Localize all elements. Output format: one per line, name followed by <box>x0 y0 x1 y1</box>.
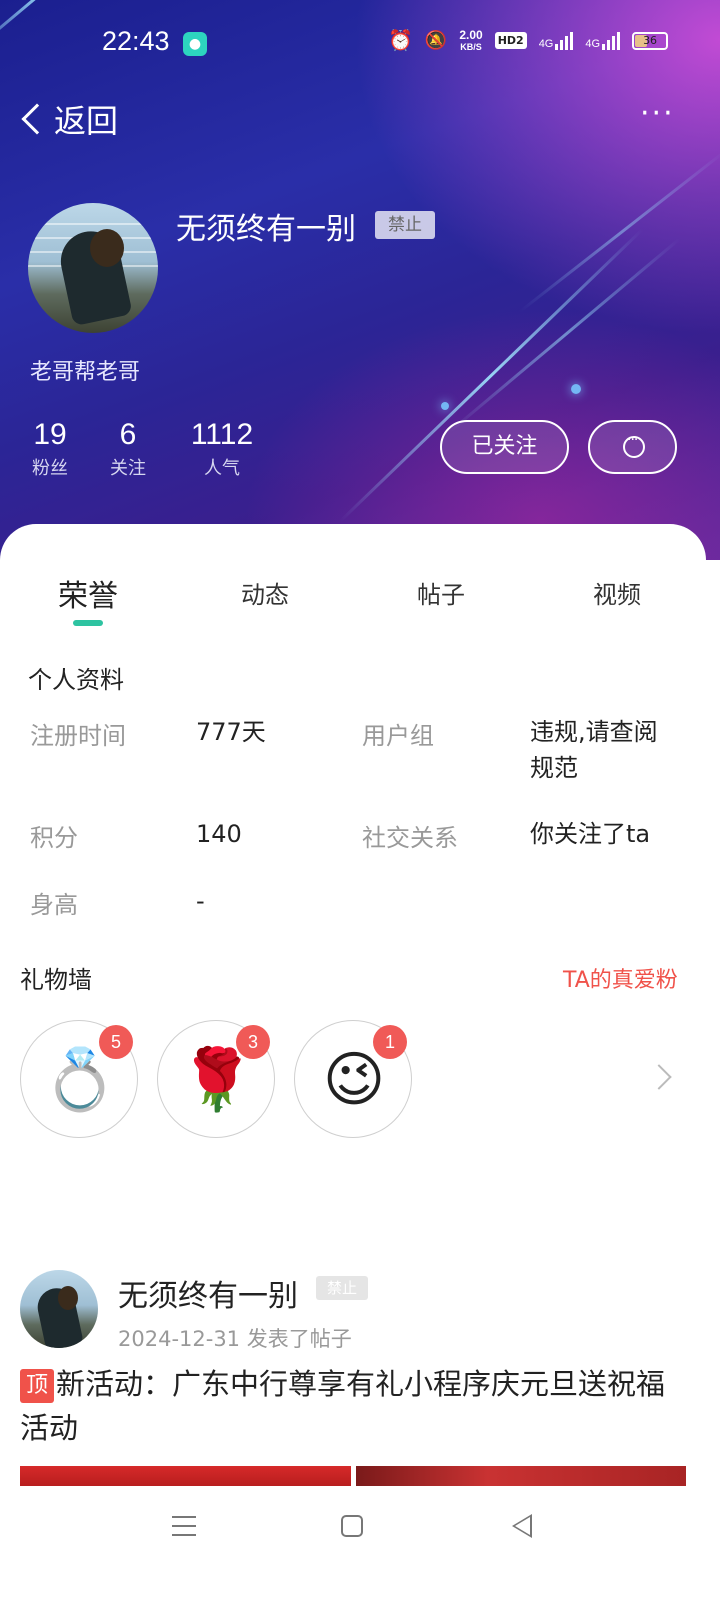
post-title-text: 新活动：广东中行尊享有礼小程序庆元旦送祝福活动 <box>20 1367 666 1445</box>
home-square-icon[interactable] <box>341 1515 363 1537</box>
chevron-left-icon <box>21 103 53 135</box>
stat-label: 粉丝 <box>32 458 68 479</box>
chat-app-icon: ● <box>183 32 207 56</box>
back-button[interactable]: 返回 <box>18 96 118 142</box>
profile-info-title: 个人资料 <box>28 666 124 694</box>
signal-label: 4G <box>585 37 601 50</box>
net-speed: 2.00 KB/S <box>459 29 482 53</box>
social-value: 你关注了ta <box>530 820 651 848</box>
back-label: 返回 <box>54 102 119 140</box>
stat-value: 19 <box>33 418 67 451</box>
post-title[interactable]: 顶新活动：广东中行尊享有礼小程序庆元旦送祝福活动 <box>20 1362 692 1450</box>
decorative-dot <box>571 384 581 394</box>
pinned-tag: 顶 <box>20 1369 54 1403</box>
stat-fans[interactable]: 19 粉丝 <box>22 418 78 480</box>
signal-4g-icon: 4G <box>585 31 621 50</box>
battery-icon: 36 <box>632 31 669 50</box>
post-ban-badge: 禁止 <box>316 1276 368 1300</box>
points-label: 积分 <box>30 824 78 852</box>
post-meta: 2024-12-31 发表了帖子 <box>118 1327 352 1351</box>
profile-motto: 老哥帮老哥 <box>30 360 141 385</box>
post-image-thumbnail[interactable] <box>356 1466 686 1486</box>
chat-bubble-icon <box>623 432 645 458</box>
user-group-label: 用户组 <box>362 722 434 750</box>
signal-label: 4G <box>538 37 554 50</box>
height-label: 身高 <box>30 891 78 919</box>
tab-posts[interactable]: 帖子 <box>414 575 468 610</box>
battery-level: 36 <box>643 33 658 47</box>
stat-popularity: 1112 人气 <box>184 418 260 480</box>
social-label: 社交关系 <box>362 824 458 852</box>
system-nav-bar <box>0 1486 720 1598</box>
gift-count-badge: 5 <box>99 1025 133 1059</box>
tab-videos[interactable]: 视频 <box>590 575 644 610</box>
stat-value: 1112 <box>190 418 254 451</box>
gift-diamond-ring[interactable]: 💍 5 <box>20 1020 138 1138</box>
stat-value: 6 <box>119 418 137 451</box>
gift-thumbs-up-smiley[interactable]: 😉 1 <box>294 1020 412 1138</box>
tab-activity[interactable]: 动态 <box>238 575 292 610</box>
gift-count-badge: 3 <box>236 1025 270 1059</box>
post-author-avatar[interactable] <box>20 1270 98 1348</box>
net-speed-value: 2.00 <box>459 27 483 42</box>
more-options-icon[interactable]: ··· <box>640 99 675 129</box>
back-triangle-icon[interactable] <box>512 1514 532 1538</box>
decorative-dot <box>441 402 449 410</box>
decorative-streak <box>449 237 681 433</box>
stat-label: 关注 <box>110 458 146 479</box>
true-fans-link[interactable]: TA的真爱粉 <box>563 962 678 994</box>
hd-badge: HD2 <box>494 32 527 49</box>
points-value: 140 <box>196 820 242 848</box>
menu-icon[interactable] <box>172 1516 196 1536</box>
height-value: - <box>196 887 205 915</box>
followed-button[interactable]: 已关注 <box>440 420 569 474</box>
avatar[interactable] <box>28 203 158 333</box>
reg-time-value: 777天 <box>196 718 266 746</box>
gift-count-badge: 1 <box>373 1025 407 1059</box>
stat-following[interactable]: 6 关注 <box>100 418 156 480</box>
alarm-icon: ⏰ <box>388 30 413 52</box>
gift-wall-title: 礼物墙 <box>20 966 92 994</box>
profile-username: 无须终有一别 <box>176 212 356 247</box>
tab-honor[interactable]: 荣誉 <box>56 571 120 615</box>
status-time: 22:43 <box>102 26 170 56</box>
ban-badge: 禁止 <box>375 211 435 239</box>
user-group-value[interactable]: 违规,请查阅规范 <box>530 714 680 786</box>
post-image-thumbnail[interactable] <box>20 1466 351 1486</box>
net-speed-unit: KB/S <box>460 41 482 52</box>
status-bar: 22:43 ● ⏰ 🔕 2.00 KB/S HD2 4G 4G 36 <box>0 0 720 86</box>
mute-icon: 🔕 <box>424 30 448 50</box>
stat-label: 人气 <box>204 458 240 479</box>
reg-time-label: 注册时间 <box>30 722 126 750</box>
gift-rose[interactable]: 🌹 3 <box>157 1020 275 1138</box>
decorative-streak <box>338 228 644 523</box>
active-tab-indicator <box>73 620 103 626</box>
message-button[interactable] <box>588 420 677 474</box>
status-icons: ⏰ 🔕 2.00 KB/S HD2 4G 4G 36 <box>388 28 669 53</box>
signal-4g-icon: 4G <box>538 31 574 50</box>
post-author-name[interactable]: 无须终有一别 <box>118 1271 298 1315</box>
